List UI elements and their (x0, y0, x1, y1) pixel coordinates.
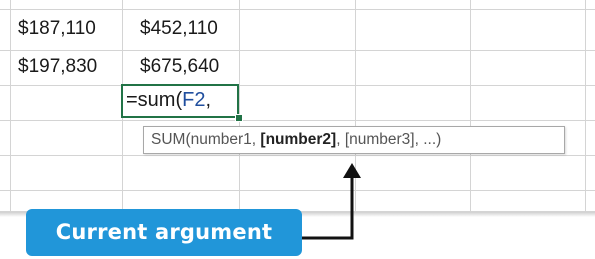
gridline (0, 155, 595, 156)
formula-cell-reference: F2 (182, 89, 206, 111)
gridline (239, 0, 240, 212)
tooltip-current-argument[interactable]: [number2] (260, 131, 336, 148)
cell-row2-col-b[interactable]: $675,640 (140, 56, 219, 78)
gridline (0, 9, 595, 10)
cell-row2-col-a[interactable]: $197,830 (18, 56, 97, 78)
cell-row1-col-b[interactable]: $452,110 (140, 18, 218, 40)
tooltip-text-before: SUM(number1, (151, 131, 261, 148)
gridline (0, 85, 595, 86)
gridline (0, 50, 595, 51)
function-tooltip[interactable]: SUM(number1, [number2], [number3], ...) (143, 126, 565, 154)
fill-handle[interactable] (235, 114, 243, 122)
gridline (355, 0, 356, 212)
callout-label: Current argument (26, 209, 302, 256)
formula-input[interactable]: =sum(F2, (126, 89, 211, 111)
formula-suffix: , (205, 89, 212, 111)
gridline (0, 120, 595, 121)
formula-prefix: =sum( (126, 89, 183, 111)
cell-row1-col-a[interactable]: $187,110 (18, 18, 96, 40)
gridline (470, 0, 471, 212)
tooltip-text-after: , [number3], ...) (336, 131, 442, 148)
gridline (10, 0, 11, 212)
gridline (0, 190, 595, 191)
gridline (585, 0, 586, 212)
